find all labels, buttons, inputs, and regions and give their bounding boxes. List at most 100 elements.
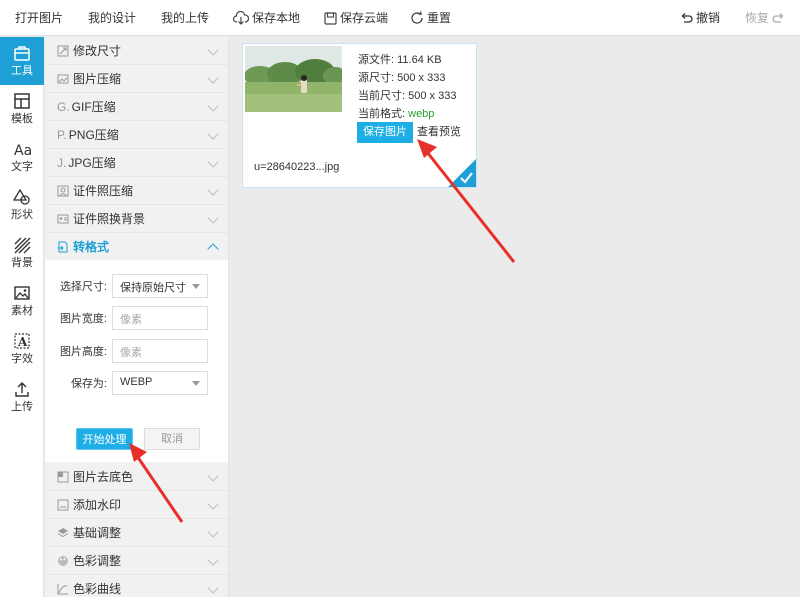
- source-size-label: 源尺寸:: [358, 72, 395, 84]
- thumbnail-photo: [245, 46, 342, 112]
- undo-icon: [681, 13, 693, 23]
- size-select[interactable]: 保持原始尺寸: [112, 274, 208, 298]
- svg-text:A: A: [17, 335, 28, 349]
- size-row: 选择尺寸: 保持原始尺寸: [45, 274, 228, 298]
- current-size-row: 当前尺寸: 500 x 333: [358, 87, 456, 105]
- cancel-button[interactable]: 取消: [144, 428, 200, 450]
- section-remove-background[interactable]: 图片去底色: [45, 463, 228, 491]
- compress-icon: [57, 74, 69, 83]
- width-label: 图片宽度:: [59, 313, 107, 325]
- background-icon: [14, 237, 31, 254]
- checkmark-icon[interactable]: [448, 159, 476, 187]
- my-designs-label: 我的设计: [88, 11, 137, 25]
- section-jpg-compress-label: JPG压缩: [68, 156, 116, 170]
- nav-upload[interactable]: 上传: [0, 373, 44, 421]
- section-color-adjust[interactable]: 色彩调整: [45, 547, 228, 575]
- id-card-icon: [57, 214, 69, 223]
- convert-format-form: 选择尺寸: 保持原始尺寸 图片宽度: 像素 图片高度: 像素 保存为: WEBP: [45, 260, 228, 462]
- remove-background-icon: [57, 471, 69, 482]
- chevron-down-icon: [207, 498, 219, 510]
- text-effect-icon: A: [14, 333, 30, 349]
- jpg-prefix: J.: [57, 155, 67, 170]
- open-image-label: 打开图片: [15, 11, 64, 25]
- width-input[interactable]: 像素: [112, 306, 208, 330]
- undo-button[interactable]: 撤销: [680, 0, 720, 36]
- current-format-label: 当前格式:: [358, 108, 406, 120]
- section-watermark-label: 添加水印: [73, 498, 122, 512]
- chevron-down-icon: [207, 554, 219, 566]
- text-icon: Aa: [14, 143, 31, 158]
- image-card[interactable]: 源文件: 11.64 KB 源尺寸: 500 x 333 当前尺寸: 500 x…: [242, 43, 477, 188]
- chevron-down-icon: [207, 44, 219, 56]
- nav-shapes[interactable]: 形状: [0, 181, 44, 229]
- section-png-compress-label: PNG压缩: [68, 128, 119, 142]
- current-format-value: webp: [408, 108, 435, 120]
- save-local-button[interactable]: 保存本地: [233, 0, 300, 36]
- nav-text-effects[interactable]: A 字效: [0, 325, 44, 373]
- section-png-compress[interactable]: P. PNG压缩: [45, 121, 228, 149]
- view-preview-link[interactable]: 查看预览: [417, 122, 461, 143]
- saveas-label: 保存为:: [70, 378, 107, 390]
- section-basic-adjust[interactable]: 基础调整: [45, 519, 228, 547]
- nav-text[interactable]: Aa 文字: [0, 133, 44, 181]
- nav-tools-label: 工具: [11, 65, 33, 77]
- undo-label: 撤销: [696, 11, 721, 25]
- caret-down-icon: [192, 284, 200, 289]
- section-image-compress-label: 图片压缩: [73, 72, 122, 86]
- chevron-up-icon: [207, 243, 219, 255]
- size-label: 选择尺寸:: [59, 281, 107, 293]
- chevron-down-icon: [207, 184, 219, 196]
- width-placeholder: 像素: [120, 314, 142, 326]
- start-process-button[interactable]: 开始处理: [76, 428, 133, 450]
- convert-icon: [57, 241, 68, 252]
- nav-templates-label: 模板: [11, 113, 33, 125]
- nav-tools[interactable]: 工具: [0, 37, 44, 85]
- my-uploads-button[interactable]: 我的上传: [161, 0, 209, 36]
- nav-background-label: 背景: [11, 257, 33, 269]
- nav-materials[interactable]: 素材: [0, 277, 44, 325]
- nav-templates[interactable]: 模板: [0, 85, 44, 133]
- section-resize[interactable]: 修改尺寸: [45, 37, 228, 65]
- reset-button[interactable]: 重置: [410, 0, 451, 36]
- open-image-button[interactable]: 打开图片: [15, 0, 63, 36]
- gif-prefix: G.: [57, 99, 70, 114]
- png-prefix: P.: [57, 127, 67, 142]
- source-size-row: 源尺寸: 500 x 333: [358, 69, 456, 87]
- save-local-label: 保存本地: [252, 11, 301, 25]
- section-id-photo-compress-label: 证件照压缩: [73, 184, 134, 198]
- refresh-icon: [411, 11, 423, 24]
- section-jpg-compress[interactable]: J. JPG压缩: [45, 149, 228, 177]
- source-size-value: 500 x 333: [397, 72, 446, 84]
- chevron-down-icon: [207, 470, 219, 482]
- file-name: u=28640223...jpg: [254, 161, 340, 173]
- palette-icon: [58, 555, 68, 566]
- redo-button[interactable]: 恢复: [745, 0, 785, 36]
- section-convert-format[interactable]: 转格式: [45, 233, 228, 261]
- current-format-row: 当前格式: webp: [358, 105, 456, 123]
- section-color-curve[interactable]: 色彩曲线: [45, 575, 228, 597]
- save-cloud-button[interactable]: 保存云端: [324, 0, 388, 36]
- image-thumbnail[interactable]: [245, 46, 342, 112]
- section-id-photo-compress[interactable]: 证件照压缩: [45, 177, 228, 205]
- section-remove-background-label: 图片去底色: [73, 470, 134, 484]
- upload-icon: [15, 382, 29, 397]
- chevron-down-icon: [207, 212, 219, 224]
- current-size-value: 500 x 333: [408, 90, 457, 102]
- size-select-value: 保持原始尺寸: [120, 282, 186, 294]
- section-id-photo-background[interactable]: 证件照换背景: [45, 205, 228, 233]
- save-image-button[interactable]: 保存图片: [357, 122, 413, 143]
- watermark-icon: [57, 499, 69, 510]
- section-watermark[interactable]: 添加水印: [45, 491, 228, 519]
- reset-label: 重置: [427, 11, 452, 25]
- height-input[interactable]: 像素: [112, 339, 208, 363]
- resize-icon: [57, 45, 69, 56]
- my-designs-button[interactable]: 我的设计: [88, 0, 136, 36]
- layers-icon: [57, 527, 69, 537]
- section-gif-compress[interactable]: G. GIF压缩: [45, 93, 228, 121]
- source-file-label: 源文件:: [358, 54, 395, 66]
- nav-background[interactable]: 背景: [0, 229, 44, 277]
- source-file-value: 11.64 KB: [397, 54, 442, 66]
- saveas-select[interactable]: WEBP: [112, 371, 208, 395]
- current-size-label: 当前尺寸:: [358, 90, 406, 102]
- section-image-compress[interactable]: 图片压缩: [45, 65, 228, 93]
